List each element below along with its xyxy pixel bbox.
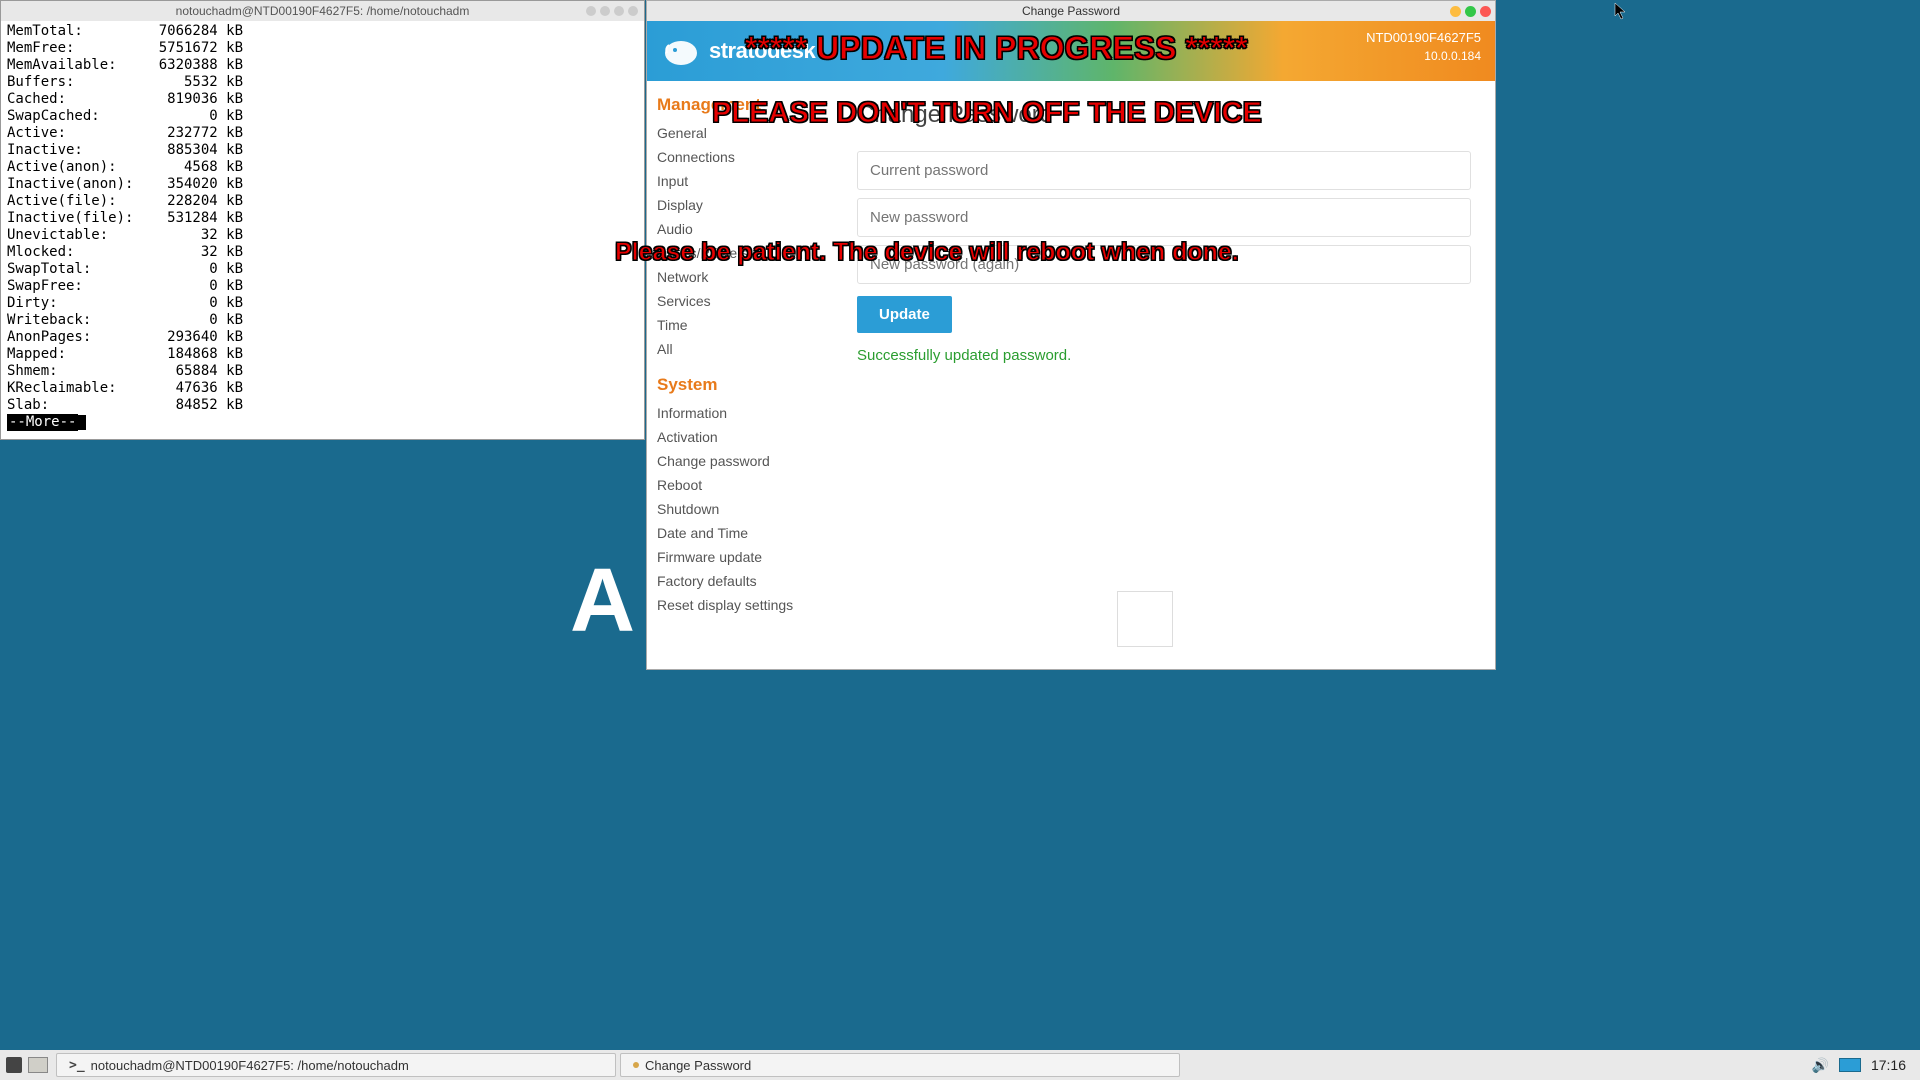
app-window-title: Change Password bbox=[1022, 4, 1120, 18]
minimize-icon[interactable] bbox=[1450, 6, 1461, 17]
dot-icon[interactable] bbox=[628, 6, 638, 16]
terminal-cursor-icon bbox=[78, 415, 86, 430]
app-titlebar[interactable]: Change Password bbox=[647, 1, 1495, 21]
taskbar-button-terminal[interactable]: >_ notouchadm@NTD00190F4627F5: /home/not… bbox=[56, 1053, 616, 1077]
sidebar-section-system: System bbox=[657, 375, 827, 395]
device-id: NTD00190F4627F5 bbox=[1366, 30, 1481, 45]
sidebar-item-reset-display-settings[interactable]: Reset display settings bbox=[657, 593, 827, 617]
dot-icon[interactable] bbox=[586, 6, 596, 16]
taskbar-app-label: Change Password bbox=[645, 1058, 751, 1073]
maximize-icon[interactable] bbox=[1465, 6, 1476, 17]
sidebar-item-shutdown[interactable]: Shutdown bbox=[657, 497, 827, 521]
overlay-please-be-patient: Please be patient. The device will reboo… bbox=[615, 238, 1239, 267]
taskbar: >_ notouchadm@NTD00190F4627F5: /home/not… bbox=[0, 1050, 1920, 1080]
overlay-update-in-progress: ***** UPDATE IN PROGRESS ***** bbox=[745, 30, 1248, 67]
more-prompt[interactable]: --More-- bbox=[7, 414, 78, 431]
sidebar-item-change-password[interactable]: Change password bbox=[657, 449, 827, 473]
sidebar-item-display[interactable]: Display bbox=[657, 193, 827, 217]
file-manager-icon[interactable] bbox=[28, 1057, 48, 1073]
dot-icon[interactable] bbox=[600, 6, 610, 16]
brand-logo-icon bbox=[661, 33, 701, 69]
sidebar-item-information[interactable]: Information bbox=[657, 401, 827, 425]
current-password-input[interactable] bbox=[857, 151, 1471, 190]
dot-icon[interactable] bbox=[614, 6, 624, 16]
terminal-window: notouchadm@NTD00190F4627F5: /home/notouc… bbox=[0, 0, 645, 440]
start-menu-icon[interactable] bbox=[6, 1057, 22, 1073]
loading-box bbox=[1117, 591, 1173, 647]
window-controls bbox=[1450, 6, 1491, 17]
network-icon[interactable] bbox=[1839, 1058, 1861, 1072]
terminal-title: notouchadm@NTD00190F4627F5: /home/notouc… bbox=[176, 4, 470, 18]
mouse-cursor-icon bbox=[1614, 2, 1628, 20]
sidebar-item-date-and-time[interactable]: Date and Time bbox=[657, 521, 827, 545]
sidebar-item-firmware-update[interactable]: Firmware update bbox=[657, 545, 827, 569]
sidebar: Management GeneralConnectionsInputDispla… bbox=[647, 81, 837, 669]
terminal-body[interactable]: MemTotal: 7066284 kB MemFree: 5751672 kB… bbox=[1, 21, 644, 433]
terminal-window-controls bbox=[586, 6, 638, 16]
taskbar-terminal-label: notouchadm@NTD00190F4627F5: /home/notouc… bbox=[91, 1058, 409, 1073]
system-tray: 🔊 17:16 bbox=[1812, 1057, 1920, 1074]
app-body: Management GeneralConnectionsInputDispla… bbox=[647, 81, 1495, 669]
sound-icon[interactable]: 🔊 bbox=[1812, 1057, 1829, 1074]
update-button[interactable]: Update bbox=[857, 296, 952, 333]
sidebar-item-services[interactable]: Services bbox=[657, 289, 827, 313]
app-dot-icon bbox=[633, 1062, 639, 1068]
terminal-icon: >_ bbox=[69, 1058, 85, 1073]
sidebar-item-factory-defaults[interactable]: Factory defaults bbox=[657, 569, 827, 593]
close-icon[interactable] bbox=[1480, 6, 1491, 17]
new-password-input[interactable] bbox=[857, 198, 1471, 237]
main-pane: Change Password Update Successfully upda… bbox=[837, 81, 1495, 669]
sidebar-item-activation[interactable]: Activation bbox=[657, 425, 827, 449]
device-ip: 10.0.0.184 bbox=[1424, 49, 1481, 63]
terminal-titlebar[interactable]: notouchadm@NTD00190F4627F5: /home/notouc… bbox=[1, 1, 644, 21]
sidebar-item-network[interactable]: Network bbox=[657, 265, 827, 289]
sidebar-item-connections[interactable]: Connections bbox=[657, 145, 827, 169]
sidebar-item-all[interactable]: All bbox=[657, 337, 827, 361]
desktop-letter: A bbox=[570, 550, 635, 653]
success-message: Successfully updated password. bbox=[857, 347, 1471, 364]
taskbar-button-change-password[interactable]: Change Password bbox=[620, 1053, 1180, 1077]
clock[interactable]: 17:16 bbox=[1871, 1057, 1906, 1073]
sidebar-item-reboot[interactable]: Reboot bbox=[657, 473, 827, 497]
overlay-dont-turn-off: PLEASE DON'T TURN OFF THE DEVICE bbox=[712, 97, 1262, 130]
sidebar-item-input[interactable]: Input bbox=[657, 169, 827, 193]
sidebar-item-time[interactable]: Time bbox=[657, 313, 827, 337]
